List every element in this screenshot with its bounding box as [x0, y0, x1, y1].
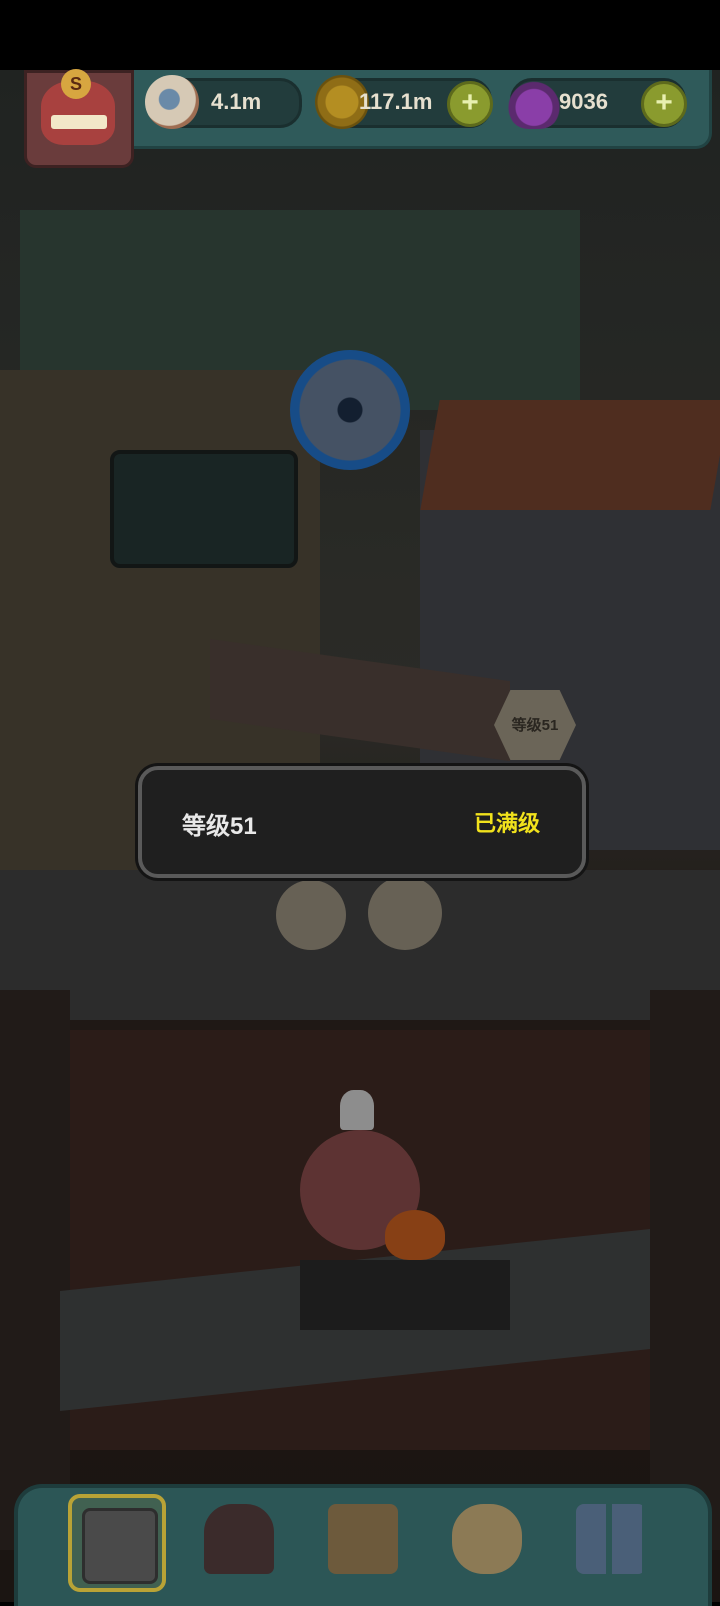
coin-value: 117.1m: [359, 89, 433, 114]
eyeball-icon: [145, 75, 199, 129]
nav-shop-button[interactable]: [68, 1494, 166, 1592]
shop-level-text: 等级51: [511, 717, 559, 734]
monster-badge[interactable]: S: [24, 69, 134, 168]
potion-counter: 9036 +: [507, 75, 687, 129]
dialog-level-text: 等级51: [182, 813, 257, 840]
level-dialog[interactable]: 等级51 已满级: [138, 766, 586, 878]
dialog-max-level-text: 已满级: [473, 811, 540, 836]
nav-money-button[interactable]: [442, 1494, 532, 1584]
recipe-book-icon: [328, 1504, 398, 1574]
money-bag-icon: [452, 1504, 522, 1574]
top-hud: S 4.1m 117.1m + 9036 +: [0, 69, 720, 168]
bottom-nav: [14, 1484, 712, 1606]
furnace-icon: [204, 1504, 274, 1574]
grid-icon: [576, 1504, 646, 1574]
nav-furnace-button[interactable]: [194, 1494, 284, 1584]
potion-value: 9036: [559, 89, 608, 114]
nav-recipe-button[interactable]: [318, 1494, 408, 1584]
shop-icon: [82, 1508, 158, 1584]
shop-level-tag: 等级51: [494, 690, 576, 760]
monster-teeth-icon: [51, 115, 107, 129]
eyeball-value: 4.1m: [211, 89, 262, 114]
eyeball-counter: 4.1m: [145, 75, 302, 129]
nav-grid-button[interactable]: [566, 1494, 656, 1584]
status-bar: [0, 0, 720, 70]
add-potions-button[interactable]: +: [641, 81, 687, 127]
add-coins-button[interactable]: +: [447, 81, 493, 127]
coin-counter: 117.1m +: [315, 75, 493, 129]
rank-letter: S: [61, 69, 91, 99]
potion-icon: [507, 75, 561, 129]
